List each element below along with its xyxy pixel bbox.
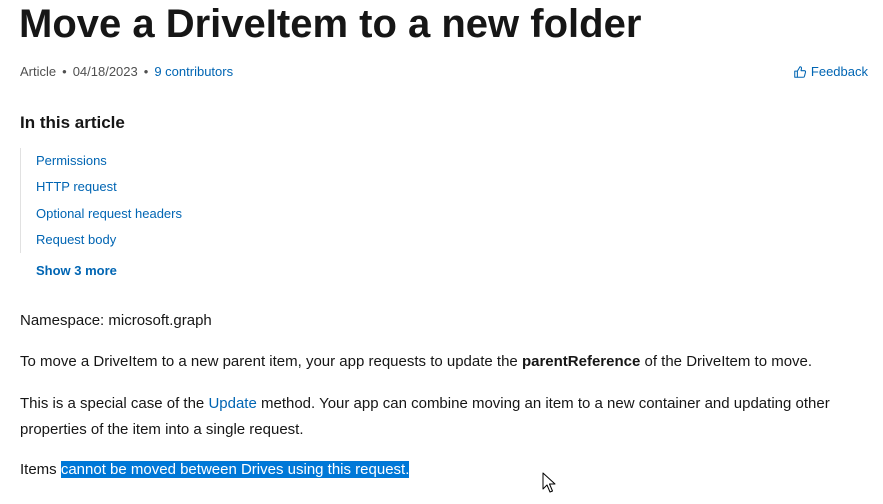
mouse-cursor-icon [542,472,556,494]
toc-item: HTTP request [36,174,182,200]
toc-item: Optional request headers [36,201,182,227]
parent-reference-term: parentReference [521,353,641,370]
selected-text: cannot be moved between Drives using thi… [60,461,410,478]
move-text-before: To move a DriveItem to a new parent item… [20,353,522,370]
toc-item: Request body [36,227,182,253]
toc-link-request-body[interactable]: Request body [36,232,116,247]
article-type: Article [20,64,57,79]
special-text-before: This is a special case of the [20,395,209,412]
feedback-label: Feedback [810,64,868,79]
article-date: 04/18/2023 [72,64,138,79]
update-method-link[interactable]: Update [208,395,256,412]
toc-item: Permissions [36,148,182,174]
toc-link-permissions[interactable]: Permissions [36,153,107,168]
items-text-before: Items [20,461,61,478]
special-case-description: This is a special case of the Update met… [20,391,865,443]
toc-link-http-request[interactable]: HTTP request [36,179,117,194]
separator-dot: • [62,64,67,79]
article-meta: Article • 04/18/2023 • 9 contributors [20,63,233,81]
thumbs-up-icon [793,65,807,79]
toc-heading: In this article [20,113,125,132]
separator-dot: • [143,64,149,79]
contributors-link[interactable]: 9 contributors [154,64,233,79]
show-more-button[interactable]: Show 3 more [36,262,117,280]
feedback-button[interactable]: Feedback [793,63,868,81]
move-text-after: of the DriveItem to move. [640,353,813,370]
move-description: To move a DriveItem to a new parent item… [20,349,870,375]
toc-link-optional-headers[interactable]: Optional request headers [36,206,182,221]
page-title: Move a DriveItem to a new folder [19,2,642,46]
toc-list: Permissions HTTP request Optional reques… [20,148,182,254]
items-restriction-text: Items cannot be moved between Drives usi… [20,457,870,483]
namespace-text: Namespace: microsoft.graph [20,312,212,329]
